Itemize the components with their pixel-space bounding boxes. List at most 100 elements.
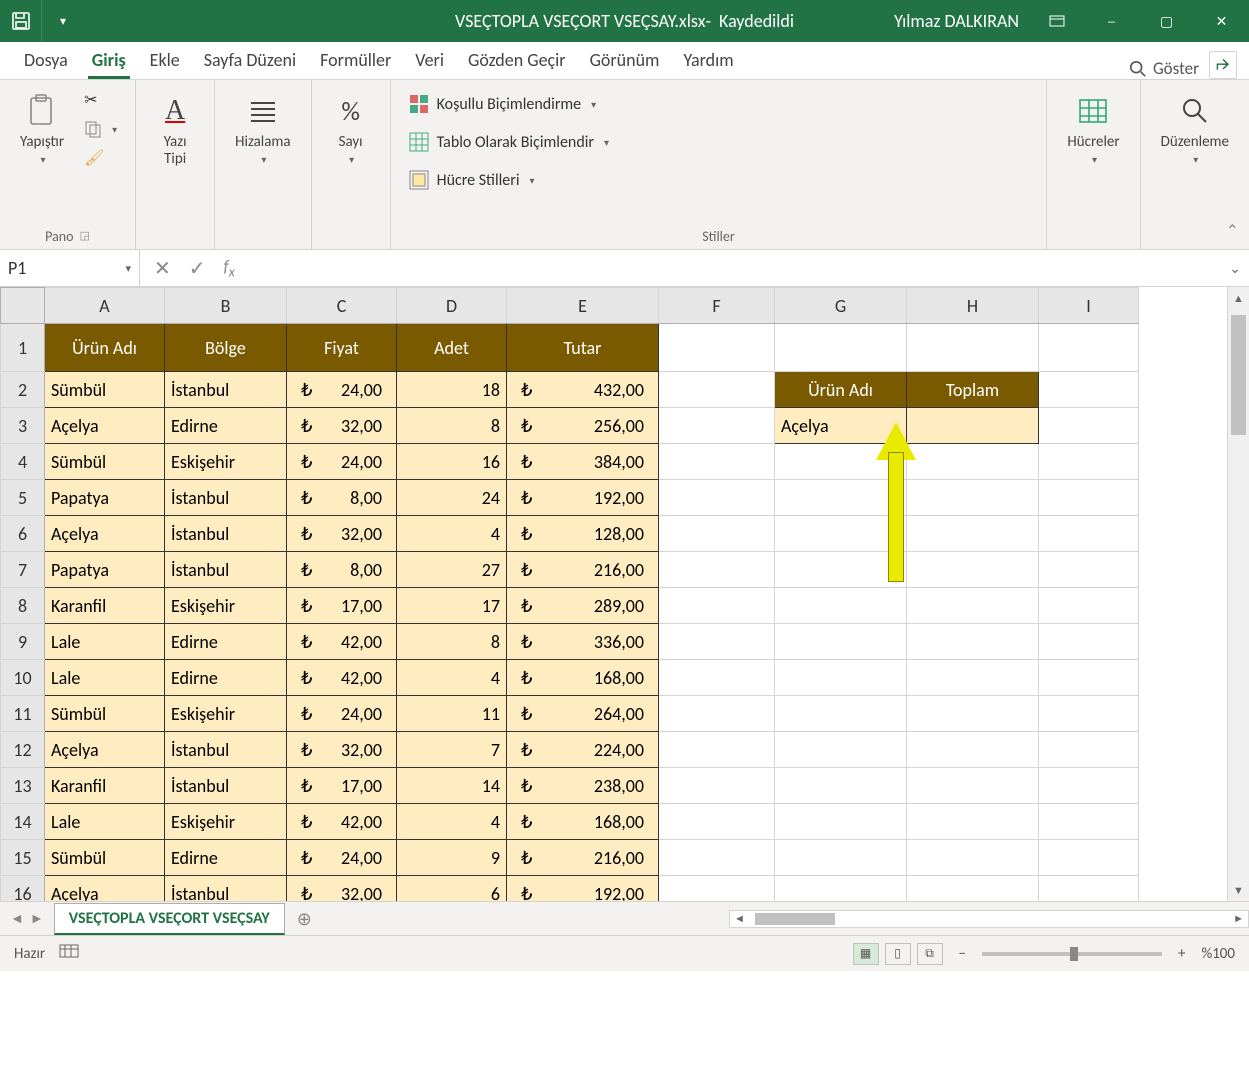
cell[interactable]: ₺24,00: [287, 840, 397, 876]
cell[interactable]: ₺17,00: [287, 768, 397, 804]
cell[interactable]: [907, 444, 1039, 480]
cell[interactable]: [659, 516, 775, 552]
column-header[interactable]: C: [287, 288, 397, 324]
cell[interactable]: ₺32,00: [287, 516, 397, 552]
tab-giris[interactable]: Giriş: [80, 41, 138, 79]
table-header-cell[interactable]: Toplam: [907, 372, 1039, 408]
new-sheet-button[interactable]: ⊕: [285, 908, 324, 930]
cell[interactable]: İstanbul: [165, 876, 287, 902]
cell[interactable]: [659, 588, 775, 624]
cell[interactable]: Edirne: [165, 624, 287, 660]
cell[interactable]: Açelya: [45, 516, 165, 552]
zoom-out-button[interactable]: −: [959, 945, 966, 963]
paste-button[interactable]: Yapıştır▾: [14, 88, 70, 173]
cell[interactable]: ₺42,00: [287, 624, 397, 660]
cell[interactable]: Eskişehir: [165, 804, 287, 840]
cell[interactable]: [659, 552, 775, 588]
format-as-table-button[interactable]: Tablo Olarak Biçimlendir▾: [405, 130, 613, 154]
cell[interactable]: [659, 408, 775, 444]
table-header-cell[interactable]: Tutar: [507, 324, 659, 372]
cell[interactable]: [907, 840, 1039, 876]
cell[interactable]: [907, 588, 1039, 624]
cell[interactable]: [907, 408, 1039, 444]
cell[interactable]: [659, 840, 775, 876]
sheet-tab[interactable]: VSEÇTOPLA VSEÇORT VSEÇSAY: [54, 903, 285, 935]
cell[interactable]: [659, 372, 775, 408]
editing-button[interactable]: Düzenleme▾: [1155, 88, 1235, 173]
table-header-cell[interactable]: Bölge: [165, 324, 287, 372]
customize-qat[interactable]: ▾: [42, 0, 84, 42]
maximize-button[interactable]: ▢: [1139, 0, 1194, 42]
cell[interactable]: [1039, 588, 1139, 624]
column-header[interactable]: I: [1039, 288, 1139, 324]
cell[interactable]: [775, 768, 907, 804]
zoom-in-button[interactable]: +: [1178, 945, 1185, 963]
cell[interactable]: [1039, 768, 1139, 804]
cell[interactable]: Edirne: [165, 840, 287, 876]
row-header[interactable]: 8: [1, 588, 45, 624]
cell[interactable]: ₺289,00: [507, 588, 659, 624]
cell[interactable]: ₺336,00: [507, 624, 659, 660]
cell[interactable]: [1039, 444, 1139, 480]
cell[interactable]: [1039, 804, 1139, 840]
row-header[interactable]: 1: [1, 324, 45, 372]
cell[interactable]: [1039, 696, 1139, 732]
cell[interactable]: ₺192,00: [507, 480, 659, 516]
column-header[interactable]: D: [397, 288, 507, 324]
cell[interactable]: [775, 660, 907, 696]
cell[interactable]: [1039, 480, 1139, 516]
cell[interactable]: İstanbul: [165, 480, 287, 516]
cell[interactable]: ₺168,00: [507, 660, 659, 696]
row-header[interactable]: 12: [1, 732, 45, 768]
cell[interactable]: 4: [397, 804, 507, 840]
cell[interactable]: ₺8,00: [287, 480, 397, 516]
cell[interactable]: 27: [397, 552, 507, 588]
cell[interactable]: ₺42,00: [287, 804, 397, 840]
row-header[interactable]: 10: [1, 660, 45, 696]
cell-styles-button[interactable]: Hücre Stilleri▾: [405, 168, 613, 192]
row-header[interactable]: 5: [1, 480, 45, 516]
row-header[interactable]: 9: [1, 624, 45, 660]
cell[interactable]: 9: [397, 840, 507, 876]
row-header[interactable]: 11: [1, 696, 45, 732]
cell[interactable]: [775, 480, 907, 516]
cell[interactable]: [1039, 876, 1139, 902]
cell[interactable]: İstanbul: [165, 516, 287, 552]
tab-ekle[interactable]: Ekle: [138, 41, 192, 79]
cell[interactable]: Papatya: [45, 552, 165, 588]
cell[interactable]: [907, 696, 1039, 732]
dialog-launcher-icon[interactable]: ◲: [80, 229, 90, 242]
cell[interactable]: [775, 552, 907, 588]
cell[interactable]: [1039, 660, 1139, 696]
tab-sayfa-duzeni[interactable]: Sayfa Düzeni: [192, 41, 308, 79]
enter-icon[interactable]: ✓: [189, 256, 206, 281]
minimize-button[interactable]: ─: [1084, 0, 1139, 42]
cell[interactable]: Açelya: [45, 732, 165, 768]
row-header[interactable]: 16: [1, 876, 45, 902]
cell[interactable]: [907, 876, 1039, 902]
cell[interactable]: [775, 624, 907, 660]
cell[interactable]: ₺42,00: [287, 660, 397, 696]
cell[interactable]: [775, 840, 907, 876]
column-header[interactable]: E: [507, 288, 659, 324]
table-header-cell[interactable]: Ürün Adı: [775, 372, 907, 408]
vertical-scrollbar[interactable]: ▲▼: [1227, 287, 1249, 901]
cell[interactable]: ₺32,00: [287, 876, 397, 902]
cell[interactable]: 8: [397, 408, 507, 444]
cut-button[interactable]: ✂: [80, 88, 121, 112]
cell[interactable]: [659, 444, 775, 480]
cell[interactable]: ₺128,00: [507, 516, 659, 552]
cell[interactable]: 14: [397, 768, 507, 804]
cell[interactable]: 7: [397, 732, 507, 768]
cell[interactable]: [1039, 732, 1139, 768]
cell[interactable]: 17: [397, 588, 507, 624]
row-header[interactable]: 7: [1, 552, 45, 588]
row-header[interactable]: 2: [1, 372, 45, 408]
cell[interactable]: [659, 624, 775, 660]
cell[interactable]: [659, 876, 775, 902]
tab-dosya[interactable]: Dosya: [12, 41, 80, 79]
cell[interactable]: Edirne: [165, 660, 287, 696]
alignment-button[interactable]: Hizalama▾: [229, 88, 296, 173]
cell[interactable]: [907, 552, 1039, 588]
tab-gorunum[interactable]: Görünüm: [578, 41, 672, 79]
